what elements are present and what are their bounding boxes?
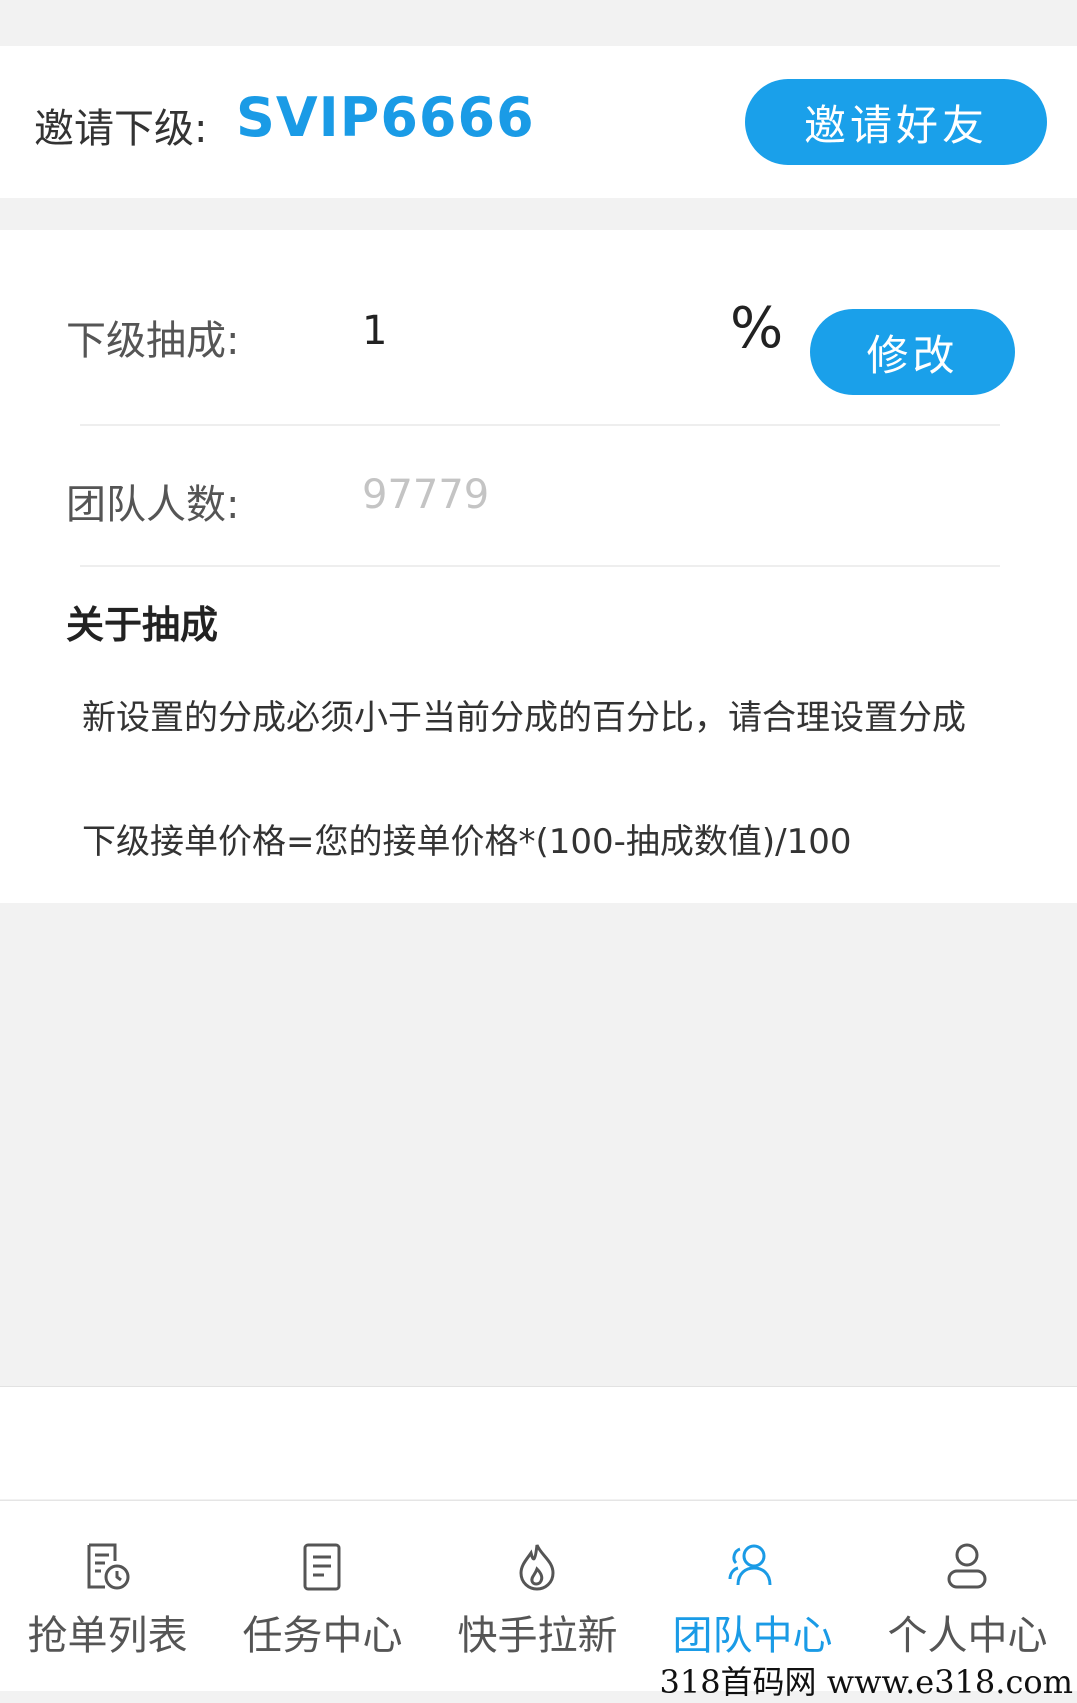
tab-order-list[interactable]: 抢单列表 [0,1501,215,1691]
task-document-icon [303,1543,341,1591]
invite-friends-button[interactable]: 邀请好友 [745,79,1047,165]
team-count-label: 团队人数: [66,482,240,528]
tab-task-center[interactable]: 任务中心 [215,1501,430,1691]
divider [80,424,1000,426]
modify-button[interactable]: 修改 [810,309,1015,395]
flame-icon [519,1544,555,1591]
tab-label: 个人中心 [887,1613,1048,1659]
user-profile-icon [947,1543,987,1589]
team-count-field[interactable]: 97779 [362,472,489,518]
spacer-panel [0,1386,1077,1499]
about-paragraph-rule: 新设置的分成必须小于当前分成的百分比，请合理设置分成 [82,698,966,738]
team-users-icon [728,1544,772,1586]
tab-kuaishou-new[interactable]: 快手拉新 [430,1501,645,1691]
commission-input[interactable]: 1 [362,308,387,354]
tab-label: 团队中心 [672,1613,833,1659]
tab-label: 抢单列表 [27,1613,188,1659]
invite-label: 邀请下级: [34,106,208,152]
divider [80,565,1000,567]
tab-label: 快手拉新 [457,1613,618,1659]
commission-label: 下级抽成: [66,318,240,364]
percent-sign: % [730,296,784,361]
about-commission-title: 关于抽成 [66,603,219,647]
watermark-text: 318首码网 www.e318.com [659,1663,1073,1701]
order-list-icon [87,1543,130,1590]
about-paragraph-formula: 下级接单价格=您的接单价格*(100-抽成数值)/100 [82,822,852,862]
tab-label: 任务中心 [242,1613,403,1659]
invite-code: SVIP6666 [236,86,535,149]
